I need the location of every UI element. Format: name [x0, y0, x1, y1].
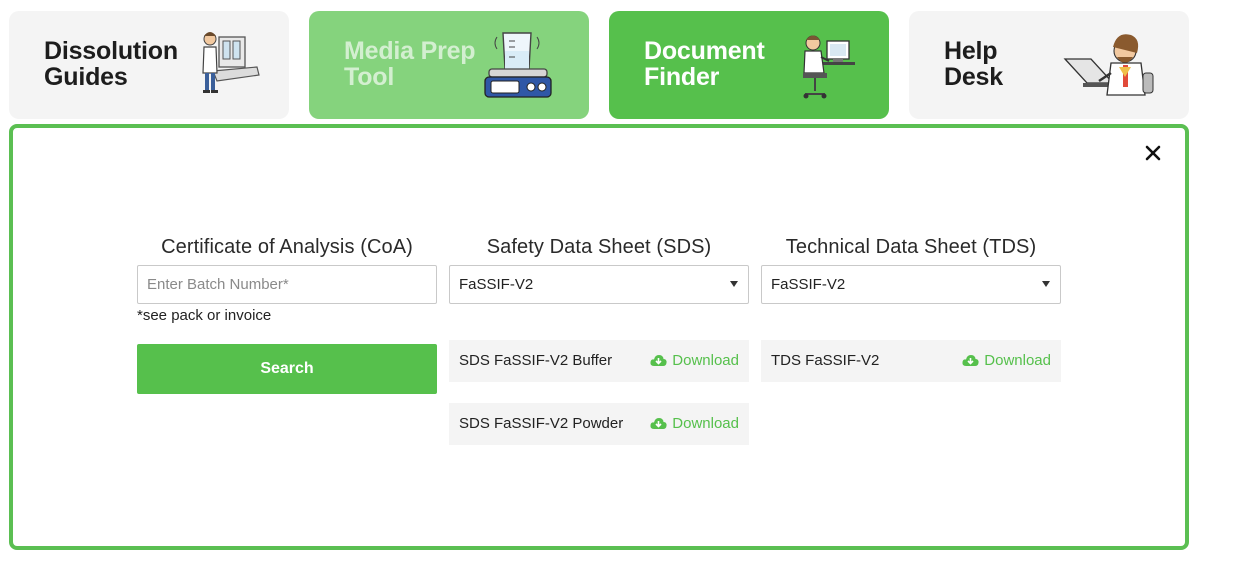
- dropdown-caret-icon: [1042, 281, 1050, 287]
- scientist-lab-illustration: [202, 32, 260, 93]
- coa-heading: Certificate of Analysis (CoA): [161, 236, 413, 258]
- tab-document-finder[interactable]: Document Finder: [609, 11, 889, 119]
- tds-product-select[interactable]: FaSSIF-V2: [761, 265, 1061, 304]
- tool-tabs: Dissolution Guides Media Prep Tool Docum…: [9, 11, 1189, 119]
- download-label: Download: [672, 352, 739, 369]
- tab-title-document-finder: Document Finder: [644, 37, 765, 91]
- sds-selected-value: FaSSIF-V2: [459, 276, 534, 293]
- document-finder-panel: [9, 124, 1189, 550]
- stirrer-beaker-illustration: [484, 32, 552, 98]
- search-button[interactable]: Search: [137, 344, 437, 394]
- download-label: Download: [984, 352, 1051, 369]
- download-link[interactable]: Download: [650, 352, 739, 369]
- close-icon[interactable]: [1141, 141, 1165, 165]
- batch-number-note: *see pack or invoice: [137, 307, 272, 324]
- sds-heading: Safety Data Sheet (SDS): [486, 236, 712, 258]
- tab-help-desk[interactable]: Help Desk: [909, 11, 1189, 119]
- batch-number-input[interactable]: [137, 265, 437, 304]
- cloud-download-icon: [962, 355, 979, 366]
- tds-selected-value: FaSSIF-V2: [771, 276, 846, 293]
- document-name: SDS FaSSIF-V2 Powder: [459, 415, 624, 432]
- download-link[interactable]: Download: [650, 415, 739, 432]
- dropdown-caret-icon: [730, 281, 738, 287]
- tab-title-dissolution-guides: Dissolution Guides: [44, 37, 178, 91]
- tds-document-row: TDS FaSSIF-V2 Download: [761, 340, 1061, 382]
- cloud-download-icon: [650, 418, 667, 429]
- sds-product-select[interactable]: FaSSIF-V2: [449, 265, 749, 304]
- tab-media-prep-tool[interactable]: Media Prep Tool: [309, 11, 589, 119]
- download-link[interactable]: Download: [962, 352, 1051, 369]
- scientist-laptop-illustration: [1063, 34, 1154, 96]
- download-label: Download: [672, 415, 739, 432]
- tab-title-media-prep-tool: Media Prep Tool: [344, 37, 476, 91]
- document-name: SDS FaSSIF-V2 Buffer: [459, 352, 613, 369]
- sds-document-row: SDS FaSSIF-V2 Buffer Download: [449, 340, 749, 382]
- scientist-computer-illustration: [803, 35, 855, 99]
- document-name: TDS FaSSIF-V2: [771, 352, 880, 369]
- sds-document-row: SDS FaSSIF-V2 Powder Download: [449, 403, 749, 445]
- cloud-download-icon: [650, 355, 667, 366]
- tds-heading: Technical Data Sheet (TDS): [785, 236, 1037, 258]
- tab-title-help-desk: Help Desk: [944, 37, 1003, 91]
- tab-dissolution-guides[interactable]: Dissolution Guides: [9, 11, 289, 119]
